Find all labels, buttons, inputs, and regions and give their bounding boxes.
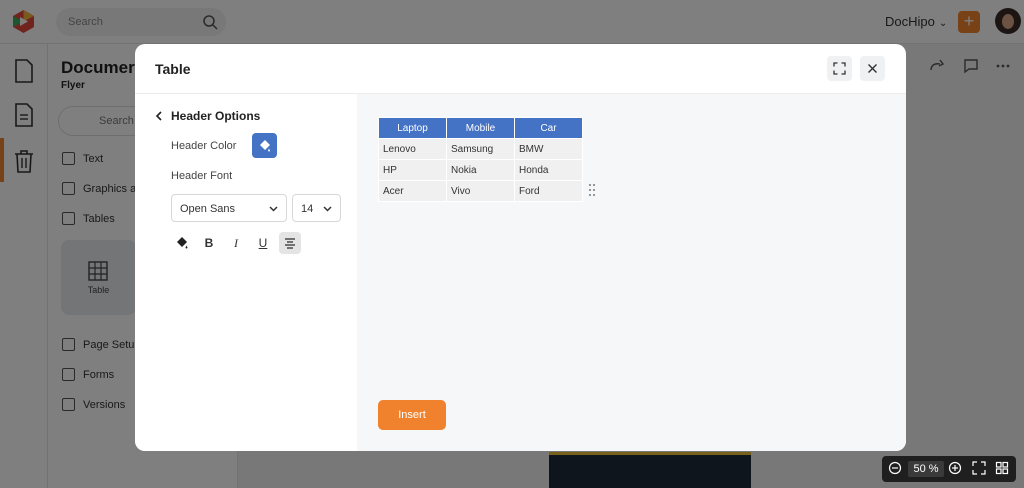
header-options-title: Header Options <box>171 109 261 123</box>
header-options-panel: Header Options Header Color Header Font … <box>135 94 357 451</box>
expand-button[interactable] <box>827 56 852 81</box>
close-button[interactable] <box>860 56 885 81</box>
table-cell[interactable]: BMW <box>514 138 583 160</box>
insert-button[interactable]: Insert <box>378 400 446 430</box>
zoom-in-icon[interactable] <box>948 461 962 475</box>
header-color-label: Header Color <box>171 140 237 152</box>
chevron-down-icon <box>323 206 332 212</box>
table-row: HP Nokia Honda <box>378 159 583 181</box>
fill-color-button[interactable] <box>171 232 193 254</box>
table-preview: Laptop Mobile Car Lenovo Samsung BMW HP … <box>357 94 906 451</box>
table-cell[interactable]: Vivo <box>446 180 515 202</box>
chevron-left-icon <box>155 111 162 121</box>
close-icon <box>868 64 877 73</box>
paint-bucket-icon <box>260 140 270 152</box>
table-cell[interactable]: HP <box>378 159 447 181</box>
zoom-unit: % <box>928 463 939 475</box>
zoom-value-number: 50 <box>913 463 926 475</box>
table-cell[interactable]: Lenovo <box>378 138 447 160</box>
chevron-down-icon <box>269 206 278 212</box>
grid-view-icon[interactable] <box>995 461 1009 475</box>
align-center-button[interactable] <box>279 232 301 254</box>
zoom-out-icon[interactable] <box>888 461 902 475</box>
bold-button[interactable]: B <box>198 232 220 254</box>
underline-button[interactable]: U <box>252 232 274 254</box>
zoom-value[interactable]: 50 % <box>908 461 944 477</box>
font-size-select[interactable]: 14 <box>292 194 341 222</box>
header-font-label: Header Font <box>171 170 233 182</box>
table-cell[interactable]: Samsung <box>446 138 515 160</box>
fit-screen-icon[interactable] <box>972 461 986 475</box>
italic-button[interactable]: I <box>225 232 247 254</box>
table-row: Lenovo Samsung BMW <box>378 138 583 160</box>
fill-color-icon <box>177 237 188 249</box>
table-cell[interactable]: Ford <box>514 180 583 202</box>
preview-table[interactable]: Laptop Mobile Car Lenovo Samsung BMW HP … <box>378 117 583 202</box>
modal-title: Table <box>155 61 191 77</box>
font-size-value: 14 <box>301 203 314 215</box>
zoom-bar: 50 % <box>882 456 1016 482</box>
font-family-value: Open Sans <box>180 203 236 215</box>
table-cell[interactable]: Nokia <box>446 159 515 181</box>
table-cell[interactable]: Acer <box>378 180 447 202</box>
table-header-row: Laptop Mobile Car <box>378 117 583 139</box>
table-modal: Table Header Options Header Color Header… <box>135 44 906 451</box>
table-cell[interactable]: Honda <box>514 159 583 181</box>
table-header-cell[interactable]: Mobile <box>446 117 515 139</box>
align-center-icon <box>285 238 295 249</box>
header-options-back[interactable]: Header Options <box>155 109 260 123</box>
table-row: Acer Vivo Ford <box>378 180 583 202</box>
header-color-picker[interactable] <box>252 133 277 158</box>
font-family-select[interactable]: Open Sans <box>171 194 287 222</box>
table-header-cell[interactable]: Laptop <box>378 117 447 139</box>
drag-handle-icon[interactable] <box>587 183 597 197</box>
expand-icon <box>833 62 846 75</box>
table-header-cell[interactable]: Car <box>514 117 583 139</box>
